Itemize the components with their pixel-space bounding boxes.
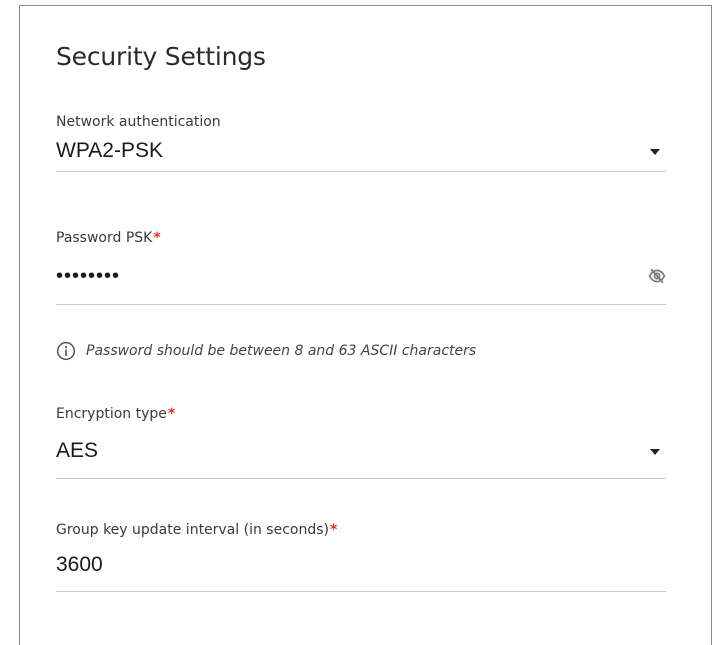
required-mark: *: [330, 522, 338, 538]
group-key-interval-label-text: Group key update interval (in seconds): [56, 522, 329, 538]
info-icon: [56, 341, 76, 361]
section-title: Security Settings: [56, 42, 266, 71]
encryption-type-label-text: Encryption type: [56, 406, 167, 422]
network-authentication-field: Network authentication WPA2-PSK: [56, 113, 666, 172]
group-key-interval-input[interactable]: 3600: [56, 539, 666, 592]
required-mark: *: [153, 230, 161, 246]
password-psk-label: Password PSK*: [56, 229, 666, 247]
group-key-interval-label: Group key update interval (in seconds)*: [56, 521, 666, 539]
chevron-down-icon: [650, 449, 660, 455]
password-hint: Password should be between 8 and 63 ASCI…: [56, 340, 476, 362]
network-authentication-label: Network authentication: [56, 114, 221, 130]
password-psk-value: ••••••••: [56, 265, 121, 287]
password-hint-text: Password should be between 8 and 63 ASCI…: [86, 343, 477, 359]
password-psk-field: Password PSK* ••••••••: [56, 229, 666, 305]
password-psk-input[interactable]: ••••••••: [56, 247, 666, 305]
network-authentication-value: WPA2-PSK: [56, 139, 163, 162]
encryption-type-field: Encryption type* AES: [56, 405, 666, 479]
network-authentication-select[interactable]: WPA2-PSK: [56, 131, 666, 172]
encryption-type-label: Encryption type*: [56, 405, 666, 423]
password-psk-label-text: Password PSK: [56, 230, 153, 246]
group-key-interval-field: Group key update interval (in seconds)* …: [56, 521, 666, 592]
encryption-type-value: AES: [56, 439, 99, 462]
eye-off-icon[interactable]: [648, 267, 666, 285]
required-mark: *: [167, 406, 176, 422]
group-key-interval-value: 3600: [56, 553, 103, 576]
encryption-type-select[interactable]: AES: [56, 423, 666, 479]
chevron-down-icon: [650, 149, 660, 155]
